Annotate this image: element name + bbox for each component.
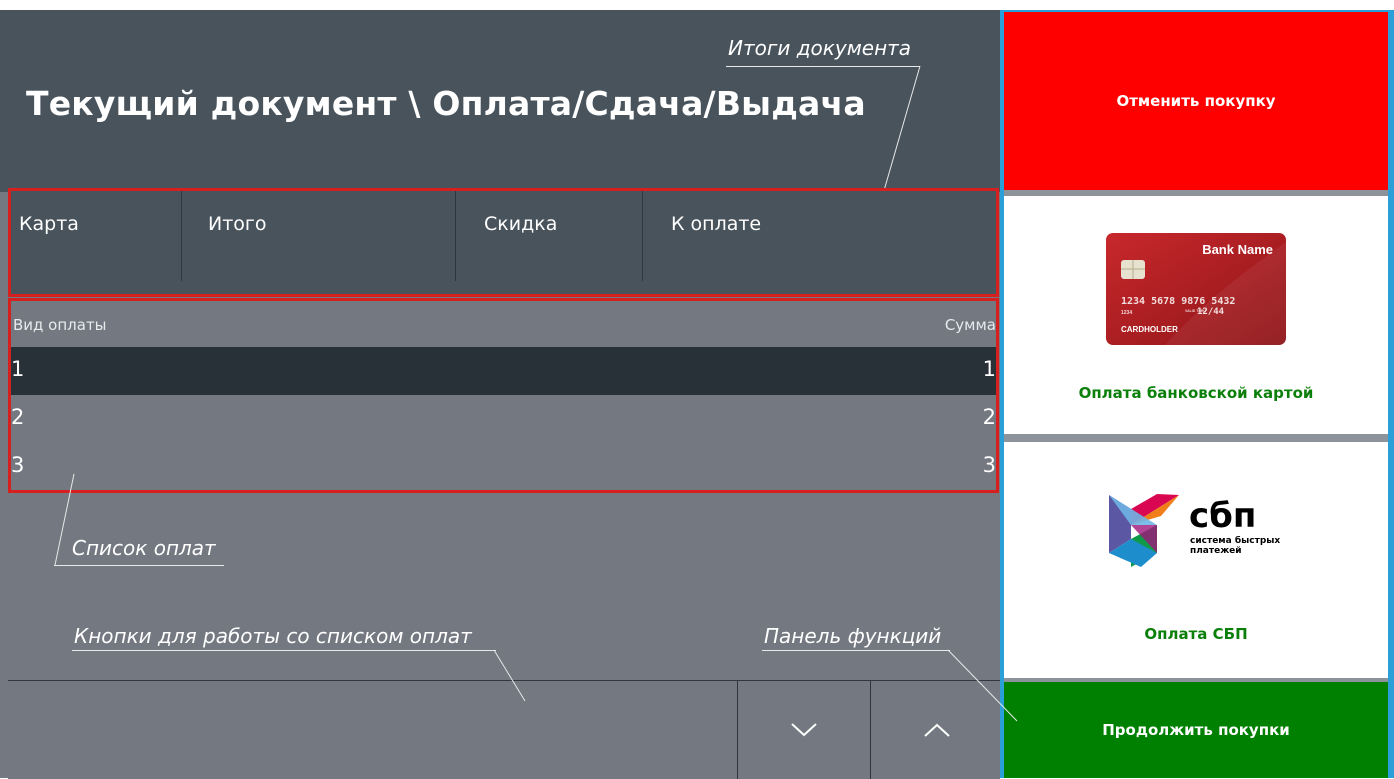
payment-row-sum: 1 — [982, 357, 996, 381]
sbp-logo-icon: сбп система быстрых платежей — [1109, 494, 1280, 567]
document-totals: Карта Итого Скидка К оплате — [8, 188, 999, 297]
sbp-tagline-2: платежей — [1190, 546, 1242, 556]
totals-discount-cell: Скидка — [456, 191, 643, 281]
sbp-payment-button[interactable]: сбп система быстрых платежей Оплата СБП — [1004, 442, 1388, 678]
divider — [1004, 434, 1388, 442]
payment-row-sum: 3 — [982, 453, 996, 477]
payment-list: Вид оплаты Сумма 1 1 2 2 3 3 — [8, 298, 999, 493]
function-panel: Отменить покупку Bank Name 1234 5678 987… — [1000, 10, 1394, 778]
page-title: Текущий документ \ Оплата/Сдача/Выдача — [26, 84, 866, 123]
payment-row[interactable]: 3 3 — [11, 443, 996, 490]
payment-list-header: Вид оплаты Сумма — [11, 301, 996, 347]
annotation-underline — [54, 565, 224, 566]
sbp-payment-label: Оплата СБП — [1144, 625, 1248, 643]
totals-to-pay-label: К оплате — [671, 213, 762, 235]
annotation-leader-line — [880, 65, 921, 202]
payment-row-sum: 2 — [982, 405, 996, 429]
chevron-up-icon — [924, 723, 950, 737]
chevron-down-icon — [791, 723, 817, 737]
payment-row-number: 1 — [11, 357, 25, 381]
totals-total-label: Итого — [208, 213, 267, 235]
totals-to-pay-cell: К оплате — [643, 191, 996, 281]
annotation-list-buttons: Кнопки для работы со списком оплат — [74, 624, 472, 648]
payment-row-selected[interactable]: 1 1 — [11, 347, 996, 395]
bank-card-icon: Bank Name 1234 5678 9876 5432 1234 VALID… — [1106, 233, 1286, 345]
scroll-down-button[interactable] — [737, 681, 870, 779]
cancel-purchase-button[interactable]: Отменить покупку — [1004, 12, 1388, 190]
card-holder: CARDHOLDER — [1121, 325, 1178, 334]
sbp-tagline-1: система быстрых — [1190, 535, 1280, 546]
annotation-leader-line — [947, 649, 1018, 722]
card-payment-label: Оплата банковской картой — [1078, 384, 1314, 402]
card-payment-button[interactable]: Bank Name 1234 5678 9876 5432 1234 VALID… — [1004, 196, 1388, 434]
card-expiry: 12/44 — [1197, 307, 1225, 317]
totals-card-cell: Карта — [11, 191, 182, 281]
totals-card-label: Карта — [19, 213, 79, 235]
payment-row-number: 2 — [11, 405, 25, 429]
column-header-type: Вид оплаты — [13, 316, 107, 334]
continue-shopping-label: Продолжить покупки — [1102, 721, 1290, 739]
payment-row[interactable]: 2 2 — [11, 395, 996, 443]
card-bank-name: Bank Name — [1202, 242, 1273, 257]
payment-row-number: 3 — [11, 453, 25, 477]
annotation-totals: Итоги документа — [728, 36, 912, 60]
column-header-sum: Сумма — [944, 316, 996, 334]
annotation-payment-list: Список оплат — [72, 536, 216, 560]
sbp-logo-text: сбп — [1189, 496, 1256, 536]
totals-discount-label: Скидка — [484, 213, 558, 235]
continue-shopping-button[interactable]: Продолжить покупки — [1004, 682, 1388, 778]
annotation-underline — [72, 650, 496, 651]
annotation-underline — [762, 650, 950, 651]
totals-total-cell: Итого — [182, 191, 456, 281]
card-number: 1234 5678 9876 5432 — [1121, 296, 1235, 307]
annotation-function-panel: Панель функций — [764, 624, 942, 648]
annotation-leader-line — [493, 649, 526, 702]
cancel-purchase-label: Отменить покупку — [1116, 92, 1276, 110]
card-small-number: 1234 — [1121, 310, 1132, 316]
